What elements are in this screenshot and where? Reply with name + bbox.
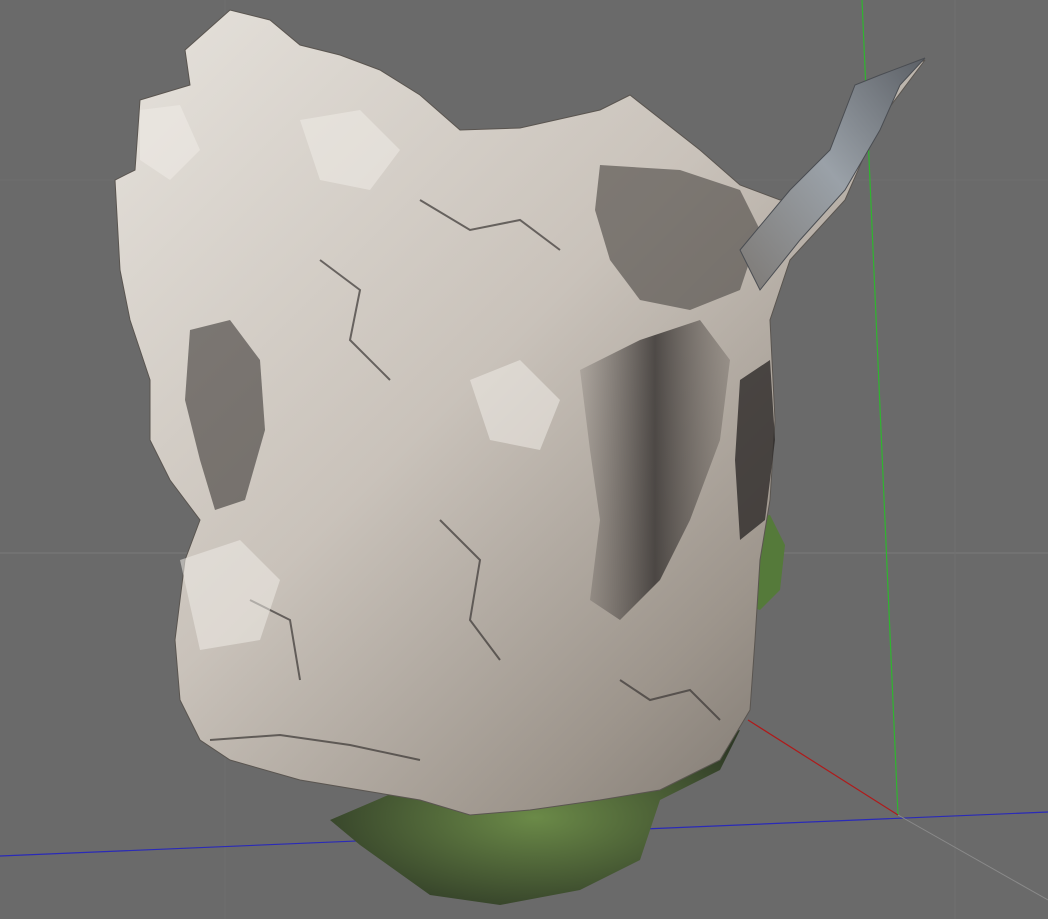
3d-viewport[interactable] [0,0,1048,919]
rock-right-edge [735,360,775,540]
x-axis-line [747,719,899,816]
x-axis-line-ext [897,814,1048,901]
viewport-canvas[interactable] [0,0,1048,919]
rock-model[interactable] [114,9,926,905]
